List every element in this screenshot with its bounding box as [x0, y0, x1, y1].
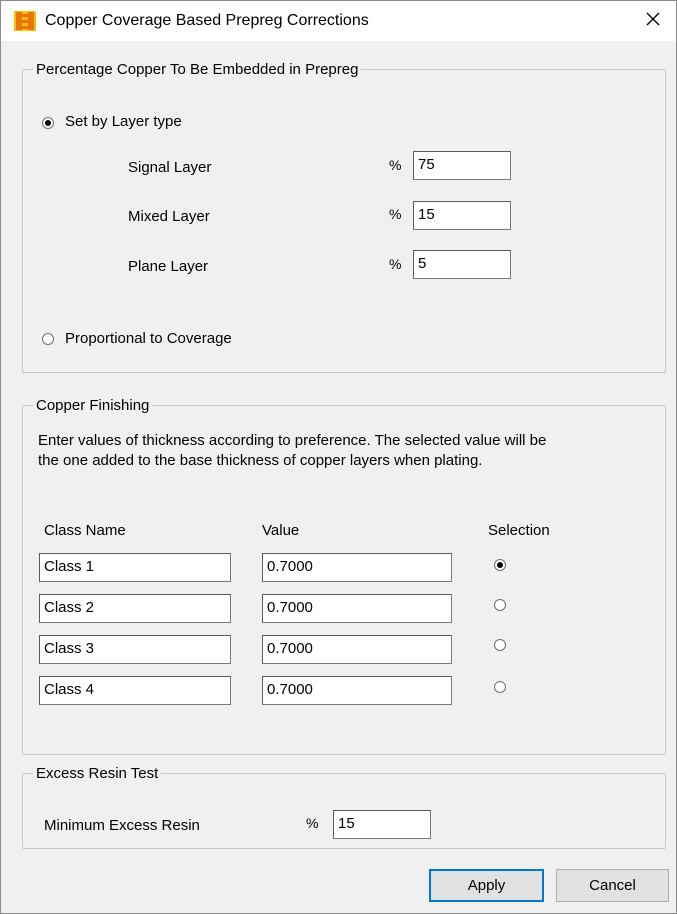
class-4-name-input[interactable]: Class 4	[39, 676, 231, 705]
resin-percent-sign: %	[306, 815, 319, 831]
proportional-to-coverage-radio[interactable]	[42, 333, 54, 345]
class-3-selection-radio[interactable]	[494, 639, 506, 651]
cancel-button[interactable]: Cancel	[556, 869, 669, 902]
plane-layer-input[interactable]: 5	[413, 250, 511, 279]
class-2-value-input[interactable]: 0.7000	[262, 594, 452, 623]
apply-button[interactable]: Apply	[429, 869, 544, 902]
plane-layer-percent: %	[389, 256, 402, 272]
dialog-window: Copper Coverage Based Prepreg Correction…	[0, 0, 677, 914]
prepreg-percentage-group: Percentage Copper To Be Embedded in Prep…	[22, 61, 666, 373]
mixed-layer-input[interactable]: 15	[413, 201, 511, 230]
signal-layer-label: Signal Layer	[128, 159, 212, 176]
finishing-description-line2: the one added to the base thickness of c…	[38, 452, 483, 469]
class-1-selection-radio[interactable]	[494, 559, 506, 571]
class-1-name-input[interactable]: Class 1	[39, 553, 231, 582]
class-name-column-header: Class Name	[44, 522, 126, 539]
prepreg-group-legend: Percentage Copper To Be Embedded in Prep…	[36, 61, 359, 78]
value-column-header: Value	[262, 522, 300, 539]
finishing-description-line1: Enter values of thickness according to p…	[38, 432, 547, 449]
proportional-to-coverage-label: Proportional to Coverage	[65, 330, 232, 347]
class-3-name-input[interactable]: Class 3	[39, 635, 231, 664]
close-icon	[646, 12, 660, 30]
close-button[interactable]	[630, 1, 676, 41]
signal-layer-input[interactable]: 75	[413, 151, 511, 180]
finishing-group-legend: Copper Finishing	[36, 397, 150, 414]
resin-group-legend: Excess Resin Test	[36, 765, 159, 782]
signal-layer-percent: %	[389, 157, 402, 173]
class-1-value-input[interactable]: 0.7000	[262, 553, 452, 582]
mixed-layer-label: Mixed Layer	[128, 208, 210, 225]
set-by-layer-type-label: Set by Layer type	[65, 113, 182, 130]
set-by-layer-type-radio[interactable]	[42, 117, 54, 129]
class-4-value-input[interactable]: 0.7000	[262, 676, 452, 705]
class-2-name-input[interactable]: Class 2	[39, 594, 231, 623]
title-bar: Copper Coverage Based Prepreg Correction…	[1, 1, 676, 41]
class-4-selection-radio[interactable]	[494, 681, 506, 693]
minimum-excess-resin-label: Minimum Excess Resin	[44, 817, 200, 834]
mixed-layer-percent: %	[389, 206, 402, 222]
class-2-selection-radio[interactable]	[494, 599, 506, 611]
app-icon	[14, 11, 36, 31]
plane-layer-label: Plane Layer	[128, 258, 209, 275]
selection-column-header: Selection	[488, 522, 550, 539]
window-title: Copper Coverage Based Prepreg Correction…	[45, 12, 369, 29]
class-3-value-input[interactable]: 0.7000	[262, 635, 452, 664]
minimum-excess-resin-input[interactable]: 15	[333, 810, 431, 839]
